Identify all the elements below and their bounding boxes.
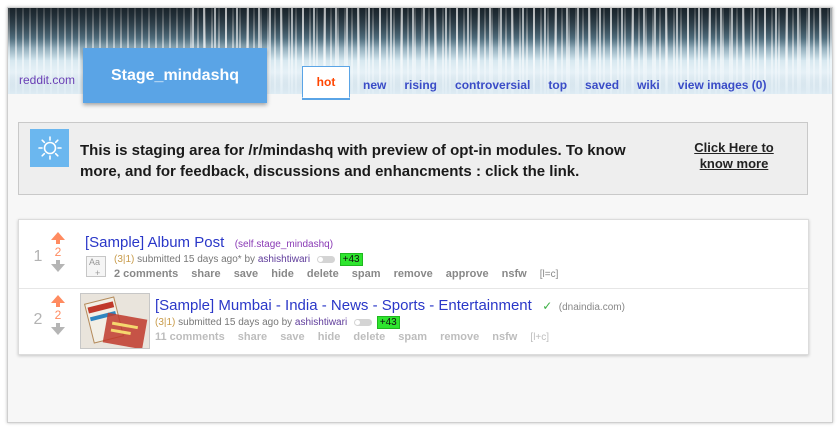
subreddit-title[interactable]: Stage_mindashq xyxy=(83,48,267,103)
flair-tag: [l+c] xyxy=(530,332,550,343)
spam-button[interactable]: spam xyxy=(398,331,427,343)
hide-button[interactable]: hide xyxy=(271,268,294,280)
toggle-icon[interactable] xyxy=(316,255,335,263)
comments-link[interactable]: 2 comments xyxy=(114,268,178,280)
post-rank: 2 xyxy=(33,311,43,328)
karma-badge: +43 xyxy=(376,316,400,329)
tab-controversial[interactable]: controversial xyxy=(446,72,539,98)
self-post-thumbnail[interactable]: Aa + xyxy=(86,256,106,278)
toggle-icon[interactable] xyxy=(353,318,372,326)
save-button[interactable]: save xyxy=(280,331,304,343)
submitted-text: submitted 15 days ago by xyxy=(178,317,293,328)
announcement-box: This is staging area for /r/mindashq wit… xyxy=(18,122,808,195)
tab-wiki[interactable]: wiki xyxy=(628,72,669,98)
author-link[interactable]: ashishtiwari xyxy=(295,317,347,328)
share-button[interactable]: share xyxy=(238,331,267,343)
post-item: 1 2 Aa + [Sample] Album Post (self.stage_… xyxy=(19,226,808,288)
author-link[interactable]: ashishtiwari xyxy=(258,254,310,265)
nsfw-button[interactable]: nsfw xyxy=(502,268,527,280)
post-tagline: (3|1) submitted 15 days ago by ashishtiw… xyxy=(155,316,400,329)
post-title-line: [Sample] Album Post (self.stage_mindashq… xyxy=(85,234,333,252)
nsfw-button[interactable]: nsfw xyxy=(492,331,517,343)
delete-button[interactable]: delete xyxy=(307,268,339,280)
page-frame: reddit.com Stage_mindashq hot new rising… xyxy=(7,7,833,423)
post-domain[interactable]: (dnaindia.com) xyxy=(559,302,625,313)
vote-counts: (3|1) xyxy=(114,254,135,265)
post-tagline: (3|1) submitted 15 days ago* by ashishti… xyxy=(114,253,363,266)
spam-button[interactable]: spam xyxy=(352,268,381,280)
vote-counts: (3|1) xyxy=(155,317,176,328)
post-score: 2 xyxy=(54,308,62,322)
downvote-arrow-icon[interactable] xyxy=(51,260,65,272)
post-domain[interactable]: (self.stage_mindashq) xyxy=(235,239,333,250)
post-title-link[interactable]: [Sample] Album Post xyxy=(85,234,224,251)
tab-view-images[interactable]: view images (0) xyxy=(669,72,776,98)
vote-box: 2 xyxy=(48,295,68,335)
post-title-link[interactable]: [Sample] Mumbai - India - News - Sports … xyxy=(155,297,532,314)
post-title-line: [Sample] Mumbai - India - News - Sports … xyxy=(155,297,625,315)
flair-tag: [l=c] xyxy=(539,269,559,280)
know-more-link[interactable]: Click Here to know more xyxy=(679,140,789,172)
tab-new[interactable]: new xyxy=(354,72,395,98)
announcement-text: This is staging area for /r/mindashq wit… xyxy=(80,142,626,180)
post-item: 2 2 [Sample] Mumbai - India - News - Spo… xyxy=(19,288,808,350)
sun-icon xyxy=(30,129,69,167)
know-more-line2[interactable]: know more xyxy=(679,156,789,172)
tab-top[interactable]: top xyxy=(539,72,576,98)
know-more-line1[interactable]: Click Here to xyxy=(679,140,789,156)
remove-button[interactable]: remove xyxy=(440,331,479,343)
submitted-text: submitted 15 days ago* by xyxy=(137,254,256,265)
upvote-arrow-icon[interactable] xyxy=(51,232,65,244)
post-rank: 1 xyxy=(33,248,43,265)
hide-button[interactable]: hide xyxy=(318,331,341,343)
tab-saved[interactable]: saved xyxy=(576,72,628,98)
downvote-arrow-icon[interactable] xyxy=(51,323,65,335)
post-actions: 2 comments share save hide delete spam r… xyxy=(114,268,568,280)
upvote-arrow-icon[interactable] xyxy=(51,295,65,307)
sort-tabs: hot new rising controversial top saved w… xyxy=(302,66,775,98)
post-thumbnail[interactable] xyxy=(80,293,150,349)
comments-link[interactable]: 11 comments xyxy=(155,331,225,343)
share-button[interactable]: share xyxy=(191,268,220,280)
save-button[interactable]: save xyxy=(234,268,258,280)
reddit-home-link[interactable]: reddit.com xyxy=(19,73,75,87)
karma-badge: +43 xyxy=(339,253,363,266)
tab-hot[interactable]: hot xyxy=(302,66,350,98)
post-score: 2 xyxy=(54,245,62,259)
tab-rising[interactable]: rising xyxy=(395,72,446,98)
approve-button[interactable]: approve xyxy=(446,268,489,280)
post-actions: 11 comments share save hide delete spam … xyxy=(155,331,559,343)
remove-button[interactable]: remove xyxy=(394,268,433,280)
self-thumb-label: Aa xyxy=(89,257,101,267)
check-icon: ✓ xyxy=(542,299,553,313)
delete-button[interactable]: delete xyxy=(353,331,385,343)
vote-box: 2 xyxy=(48,232,68,272)
post-listing: 1 2 Aa + [Sample] Album Post (self.stage_… xyxy=(18,219,809,355)
